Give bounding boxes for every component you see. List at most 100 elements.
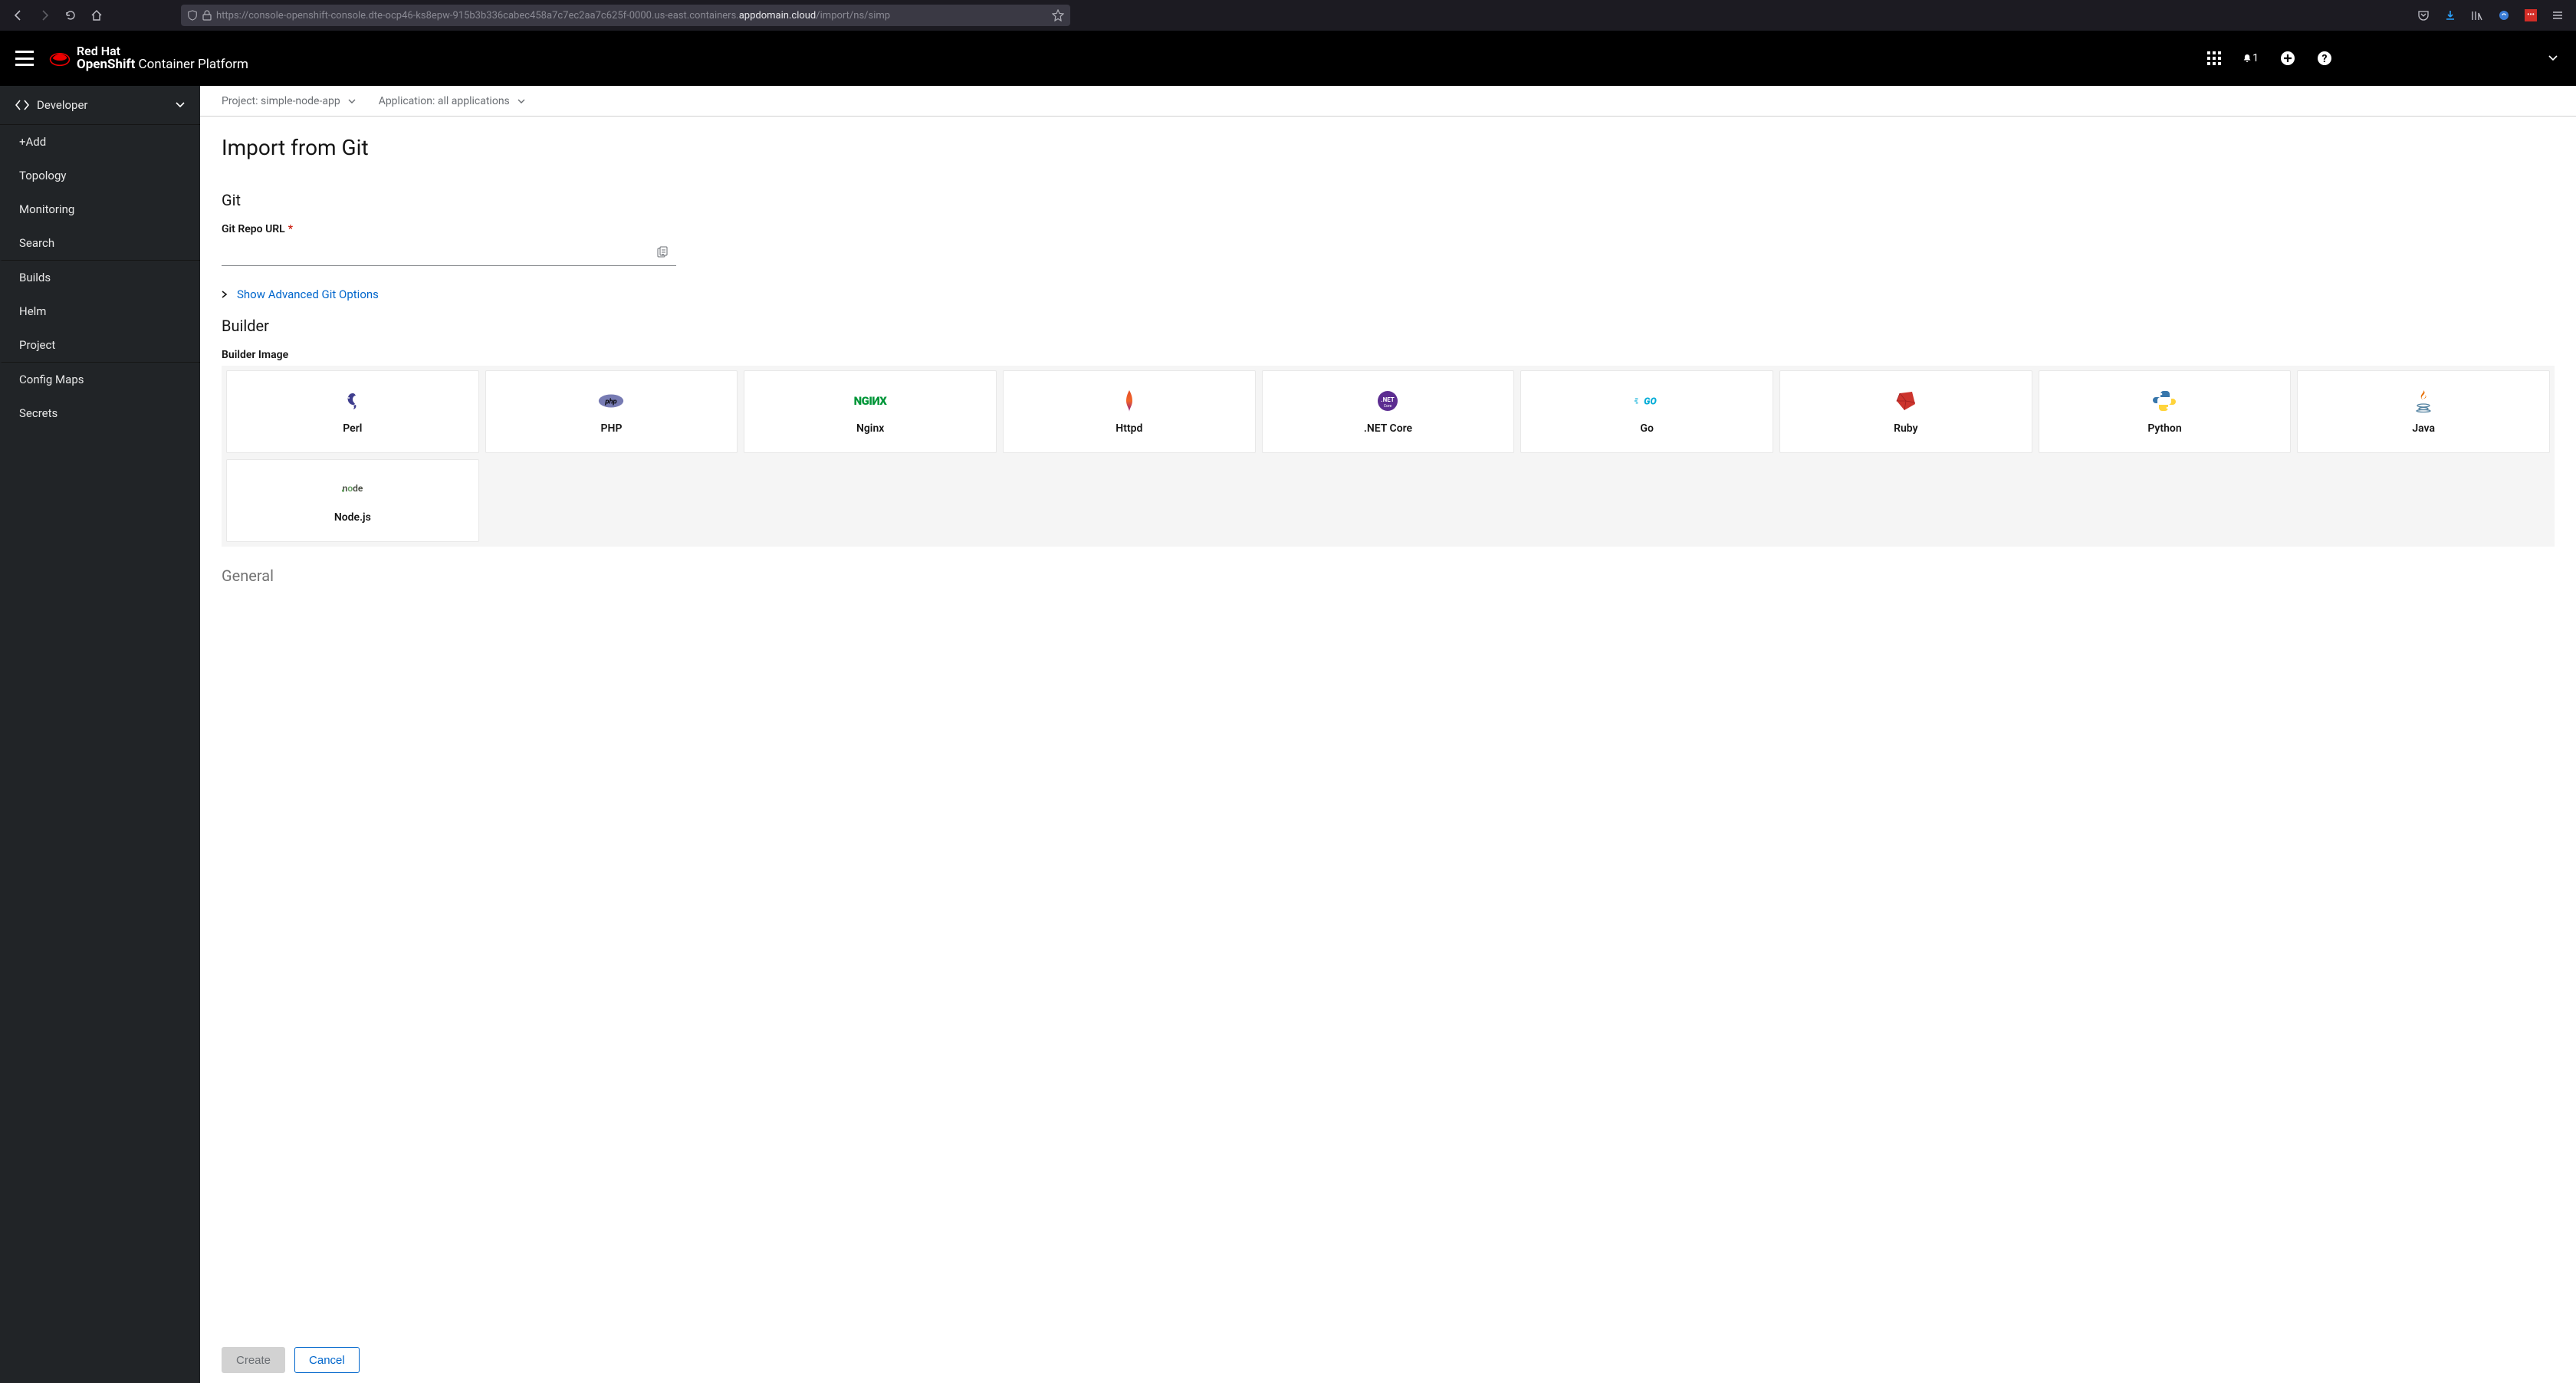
sidebar-item-topology[interactable]: Topology: [0, 159, 200, 192]
sidebar-item-add[interactable]: +Add: [0, 125, 200, 159]
builder-card-httpd[interactable]: Httpd: [1003, 370, 1256, 453]
url-bar[interactable]: https://console-openshift-console.dte-oc…: [181, 5, 1070, 26]
python-icon: [2151, 389, 2177, 413]
builder-card-python[interactable]: Python: [2039, 370, 2292, 453]
general-section-title: General: [222, 567, 2555, 585]
chevron-right-icon: [222, 291, 228, 298]
builder-card-java[interactable]: Java: [2297, 370, 2550, 453]
builder-card-nodejs[interactable]: node Node.js: [226, 459, 479, 542]
builder-name: Go: [1640, 422, 1653, 435]
builder-name: Node.js: [334, 511, 371, 524]
perl-icon: [340, 389, 366, 413]
builder-name: Java: [2412, 422, 2435, 435]
httpd-icon: [1116, 389, 1142, 413]
sidebar-item-secrets[interactable]: Secrets: [0, 396, 200, 430]
sidebar: Developer +Add Topology Monitoring Searc…: [0, 86, 200, 1383]
builder-card-dotnet[interactable]: .NETCore .NET Core: [1262, 370, 1515, 453]
svg-text:?: ?: [2322, 53, 2328, 65]
create-button[interactable]: Create: [222, 1347, 285, 1373]
notification-count: 1: [2252, 52, 2259, 64]
back-button[interactable]: [8, 5, 29, 26]
import-button[interactable]: [2280, 51, 2295, 66]
svg-text:Core: Core: [1384, 404, 1392, 409]
library-icon[interactable]: [2466, 5, 2488, 26]
nginx-icon: NGIИX: [840, 389, 901, 413]
context-bar: Project: simple-node-app Application: al…: [200, 86, 2576, 117]
advanced-git-toggle[interactable]: Show Advanced Git Options: [222, 287, 2555, 301]
project-selector[interactable]: Project: simple-node-app: [222, 95, 356, 107]
builder-card-php[interactable]: php PHP: [485, 370, 738, 453]
pocket-icon[interactable]: [2413, 5, 2434, 26]
svg-text:GO: GO: [1644, 396, 1657, 407]
app-launcher-icon[interactable]: [2206, 51, 2222, 66]
svg-text:NGIИX: NGIИX: [854, 394, 888, 408]
app-menu-icon[interactable]: [2547, 5, 2568, 26]
page-title: Import from Git: [222, 135, 2555, 160]
shield-icon: [187, 10, 198, 21]
perspective-switcher[interactable]: Developer: [0, 86, 200, 125]
sidebar-item-search[interactable]: Search: [0, 226, 200, 261]
git-url-input[interactable]: [222, 240, 676, 266]
code-icon: [15, 100, 29, 110]
builder-image-label: Builder Image: [222, 349, 2555, 361]
builder-card-perl[interactable]: Perl: [226, 370, 479, 453]
paste-icon[interactable]: [656, 246, 669, 258]
java-icon: [2410, 389, 2436, 413]
application-selector-label: Application: all applications: [379, 95, 510, 107]
builder-card-ruby[interactable]: Ruby: [1779, 370, 2032, 453]
form-footer: Create Cancel: [200, 1337, 2576, 1383]
chevron-down-icon: [518, 99, 525, 103]
extension-lastpass-icon[interactable]: •••: [2520, 5, 2542, 26]
brand-line2-rest: Container Platform: [135, 57, 248, 72]
chevron-down-icon: [348, 99, 356, 103]
builder-card-go[interactable]: GO Go: [1520, 370, 1773, 453]
download-icon[interactable]: [2440, 5, 2461, 26]
help-button[interactable]: ?: [2317, 51, 2332, 66]
sidebar-item-helm[interactable]: Helm: [0, 294, 200, 328]
lock-icon: [202, 10, 212, 21]
builder-name: Perl: [343, 422, 362, 435]
forward-button[interactable]: [34, 5, 55, 26]
go-icon: GO: [1634, 389, 1660, 413]
nodejs-icon: node: [334, 478, 372, 502]
brand-line1: Red Hat: [77, 44, 248, 58]
builder-name: .NET Core: [1364, 422, 1412, 435]
bookmark-star-icon[interactable]: [1052, 9, 1064, 21]
svg-text:.NET: .NET: [1382, 396, 1395, 403]
builder-name: Httpd: [1116, 422, 1142, 435]
builder-card-nginx[interactable]: NGIИX Nginx: [744, 370, 997, 453]
php-icon: php: [598, 389, 624, 413]
sidebar-item-project[interactable]: Project: [0, 328, 200, 363]
extension-icon[interactable]: [2493, 5, 2515, 26]
dotnet-icon: .NETCore: [1375, 389, 1401, 413]
svg-text:php: php: [605, 397, 617, 406]
perspective-label: Developer: [37, 98, 168, 112]
notifications-button[interactable]: 1: [2243, 51, 2259, 66]
main-content: Project: simple-node-app Application: al…: [200, 86, 2576, 1383]
brand-logo[interactable]: Red Hat OpenShift Container Platform: [49, 44, 248, 72]
brand-line2-bold: OpenShift: [77, 57, 135, 72]
project-selector-label: Project: simple-node-app: [222, 95, 340, 107]
git-section-title: Git: [222, 191, 2555, 209]
redhat-logo-icon: [49, 50, 71, 67]
builder-section-title: Builder: [222, 317, 2555, 335]
application-selector[interactable]: Application: all applications: [379, 95, 525, 107]
sidebar-item-configmaps[interactable]: Config Maps: [0, 363, 200, 396]
svg-text:node: node: [342, 483, 363, 494]
browser-chrome: https://console-openshift-console.dte-oc…: [0, 0, 2576, 31]
cancel-button[interactable]: Cancel: [294, 1347, 360, 1373]
chevron-down-icon: [176, 102, 185, 108]
builder-grid: Perl php PHP NGIИX Nginx Httpd: [222, 366, 2555, 547]
sidebar-item-builds[interactable]: Builds: [0, 261, 200, 294]
masthead: Red Hat OpenShift Container Platform 1 ?: [0, 31, 2576, 86]
home-button[interactable]: [86, 5, 107, 26]
reload-button[interactable]: [60, 5, 81, 26]
builder-name: Ruby: [1894, 422, 1917, 435]
ruby-icon: [1893, 389, 1919, 413]
sidebar-item-monitoring[interactable]: Monitoring: [0, 192, 200, 226]
user-menu-button[interactable]: [2545, 51, 2561, 66]
nav-toggle-button[interactable]: [15, 51, 34, 66]
builder-name: Python: [2147, 422, 2181, 435]
builder-name: PHP: [601, 422, 623, 435]
builder-name: Nginx: [856, 422, 884, 435]
